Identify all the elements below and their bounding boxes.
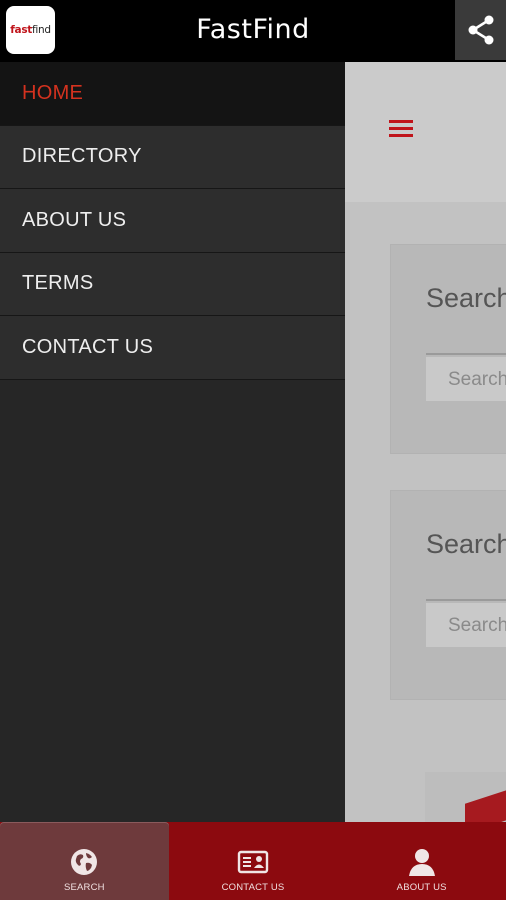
tab-search[interactable]: SEARCH [0,822,169,900]
share-button[interactable] [455,0,506,60]
drawer-item-home[interactable]: HOME [0,62,345,126]
search-input[interactable]: Search [426,603,506,647]
person-icon [406,846,438,878]
drawer-item-label: HOME [22,81,84,104]
tab-about-us[interactable]: ABOUT US [337,822,506,900]
search-card-title: Search [426,283,506,313]
drawer-item-terms[interactable]: TERMS [0,252,345,316]
drawer-item-label: CONTACT US [22,335,154,358]
search-divider [426,599,506,601]
drawer-item-directory[interactable]: DIRECTORY [0,125,345,189]
search-card: Search Search [390,490,506,700]
search-input[interactable]: Search [426,357,506,401]
tab-label: SEARCH [63,882,105,893]
tab-label: CONTACT US [221,882,285,893]
drawer-item-label: TERMS [22,272,94,295]
drawer-item-label: DIRECTORY [22,145,142,168]
drawer-item-about-us[interactable]: ABOUT US [0,189,345,253]
hamburger-menu-icon[interactable] [389,120,413,140]
content-body: Search Search Search Search [345,202,506,822]
share-icon [468,15,493,45]
drawer-item-label: ABOUT US [22,208,127,231]
main-content: Search Search Search Search [345,62,506,822]
app-bar: fastfind FastFind [0,0,506,62]
search-card: Search Search [390,244,506,454]
globe-icon [68,846,100,878]
navigation-drawer: HOME DIRECTORY ABOUT US TERMS CONTACT US [0,62,345,822]
tab-contact-us[interactable]: CONTACT US [169,822,338,900]
search-card-title: Search [426,529,506,559]
search-divider [426,353,506,355]
drawer-item-contact-us[interactable]: CONTACT US [0,316,345,380]
bottom-navigation: SEARCH CONTACT US ABOUT US [0,822,506,900]
tab-label: ABOUT US [396,882,447,893]
contact-card-icon [237,846,269,878]
content-header [345,62,506,202]
app-title: FastFind [196,14,310,45]
